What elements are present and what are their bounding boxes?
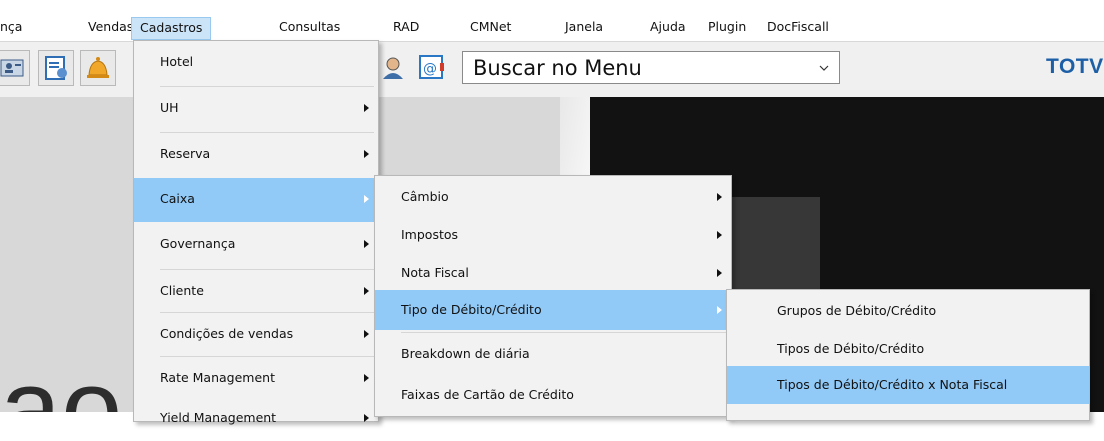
submenu-arrow-icon — [364, 374, 369, 382]
submenu-arrow-icon — [364, 240, 369, 248]
submenu-arrow-icon — [717, 231, 722, 239]
menu-item-reserva[interactable]: Reserva — [134, 133, 378, 177]
submenu-arrow-icon — [364, 104, 369, 112]
submenu-arrow-icon — [364, 150, 369, 158]
menu-item-tipos-de-debito-credito-x-nota-fiscal[interactable]: Tipos de Débito/Crédito x Nota Fiscal — [727, 366, 1089, 404]
cadastros-menu: Hotel UH Reserva Caixa Governança Client… — [133, 40, 379, 425]
menubar: nça Vendas Cadastros Consultas RAD CMNet… — [0, 0, 1104, 40]
svg-text:@: @ — [423, 61, 437, 77]
menu-item-yield-management[interactable]: Yield Management — [134, 397, 378, 441]
menu-item-label: Breakdown de diária — [401, 346, 530, 361]
tipo-debito-credito-submenu: Grupos de Débito/Crédito Tipos de Débito… — [726, 289, 1090, 421]
menu-item-cliente[interactable]: Cliente — [134, 270, 378, 314]
menu-item-label: Yield Management — [160, 410, 277, 425]
menu-item-tipos-de-debito-credito[interactable]: Tipos de Débito/Crédito — [727, 328, 1089, 366]
menu-item-rate-management[interactable]: Rate Management — [134, 357, 378, 401]
menu-item-label: Grupos de Débito/Crédito — [777, 303, 937, 318]
menu-item-label: Governança — [160, 236, 236, 251]
search-menu-combobox[interactable]: Buscar no Menu — [462, 51, 840, 84]
submenu-arrow-icon — [717, 193, 722, 201]
submenu-arrow-icon — [717, 269, 722, 277]
menu-item-grupos-de-debito-credito[interactable]: Grupos de Débito/Crédito — [727, 290, 1089, 332]
reservation-button[interactable] — [38, 50, 74, 86]
caixa-submenu: Câmbio Impostos Nota Fiscal Tipo de Débi… — [374, 175, 732, 417]
menu-item-label: UH — [160, 100, 179, 115]
menu-item-label: Nota Fiscal — [401, 265, 469, 280]
menu-item-caixa[interactable]: Caixa — [134, 178, 378, 222]
menu-item-label: Caixa — [160, 191, 195, 206]
submenu-arrow-icon — [364, 195, 369, 203]
brand-logo: TOTVS — [1046, 55, 1104, 78]
search-menu-text: Buscar no Menu — [473, 56, 642, 80]
submenu-arrow-icon — [364, 287, 369, 295]
menu-item-label: Rate Management — [160, 370, 275, 385]
menu-item-faixas-de-cartao-de-credito[interactable]: Faixas de Cartão de Crédito — [375, 374, 731, 418]
submenu-arrow-icon — [364, 330, 369, 338]
menu-item-label: Reserva — [160, 146, 211, 161]
menu-item-label: Faixas de Cartão de Crédito — [401, 387, 574, 402]
menu-item-breakdown-de-diaria[interactable]: Breakdown de diária — [375, 333, 731, 377]
agent-button[interactable] — [376, 50, 412, 86]
menu-item-label: Condições de vendas — [160, 326, 294, 341]
background-logo-letters: ao — [0, 347, 123, 413]
menu-item-hotel[interactable]: Hotel — [134, 41, 378, 85]
menu-item-label: Tipo de Débito/Crédito — [401, 302, 542, 317]
submenu-arrow-icon — [717, 306, 722, 314]
submenu-arrow-icon — [364, 414, 369, 422]
menu-cadastros[interactable]: Cadastros — [131, 17, 212, 40]
menu-item-label: Tipos de Débito/Crédito — [777, 341, 925, 356]
bell-button[interactable] — [80, 50, 116, 86]
menu-item-label: Hotel — [160, 54, 194, 69]
menu-item-tipo-de-debito-credito[interactable]: Tipo de Débito/Crédito — [375, 290, 731, 330]
menu-item-label: Impostos — [401, 227, 459, 242]
menu-item-condicoes-de-vendas[interactable]: Condições de vendas — [134, 313, 378, 357]
menu-item-uh[interactable]: UH — [134, 87, 378, 131]
menu-item-label: Câmbio — [401, 189, 449, 204]
guest-card-button[interactable] — [0, 50, 30, 86]
chevron-down-icon[interactable] — [819, 61, 829, 71]
menu-item-label: Cliente — [160, 283, 204, 298]
email-button[interactable]: @ — [414, 50, 450, 86]
menu-item-label: Tipos de Débito/Crédito x Nota Fiscal — [777, 377, 1008, 392]
menu-item-governanca[interactable]: Governança — [134, 223, 378, 267]
